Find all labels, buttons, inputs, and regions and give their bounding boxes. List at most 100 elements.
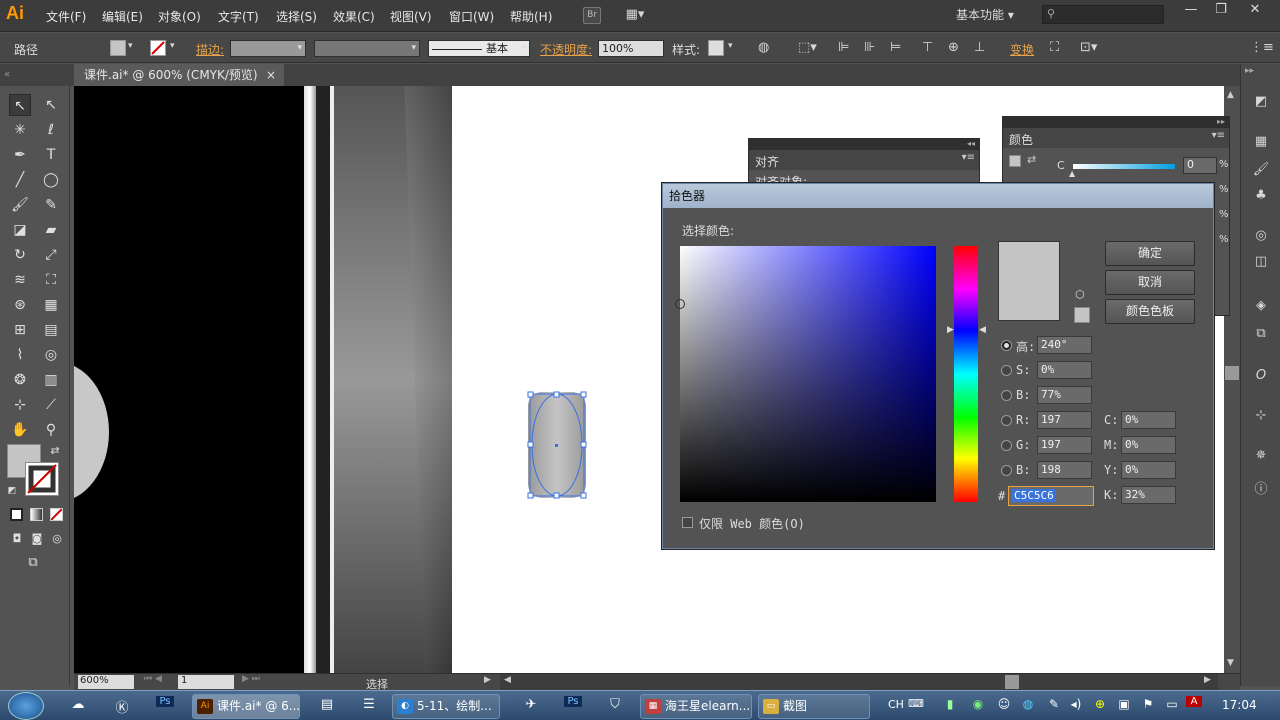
tray-network-icon[interactable]: ▣	[1116, 697, 1132, 711]
tray-browser-icon[interactable]: ◍	[1020, 697, 1036, 711]
bridge-button[interactable]: Br	[583, 7, 601, 24]
slice-tool-icon[interactable]: ⟋	[40, 394, 62, 416]
stroke-swatch[interactable]	[150, 40, 166, 56]
artboard-field[interactable]: 1	[178, 675, 234, 689]
default-colors-icon[interactable]: ◩	[1, 480, 23, 502]
align-vcenter-icon[interactable]: ⊕	[948, 40, 959, 55]
magic-wand-tool-icon[interactable]: ✳	[9, 119, 31, 141]
cyan-field[interactable]: 0%	[1121, 411, 1176, 429]
align-right-icon[interactable]: ⊨	[890, 40, 901, 55]
magenta-field[interactable]: 0%	[1121, 436, 1176, 454]
out-of-web-gamut-icon[interactable]: ⬡	[1075, 288, 1085, 301]
tray-battery-icon[interactable]: ▮	[942, 697, 958, 711]
zoom-tool-icon[interactable]: ⚲	[40, 419, 62, 441]
restore-button[interactable]: ❐	[1206, 0, 1236, 20]
ime-indicator[interactable]: CH	[888, 698, 904, 711]
green-field[interactable]: 197	[1037, 436, 1092, 454]
scale-tool-icon[interactable]: ⤢	[40, 244, 62, 266]
selection-tool-icon[interactable]: ↖	[9, 94, 31, 116]
quicklaunch-bird-icon[interactable]: ✈	[522, 697, 540, 712]
task-browser[interactable]: ◐ 5-11、绘制...	[392, 694, 500, 719]
quicklaunch-photoshop-icon[interactable]: Ps	[156, 696, 174, 707]
color-panel-fill-swatch[interactable]	[1009, 155, 1021, 167]
paintbrush-tool-icon[interactable]: 🖌	[9, 194, 31, 216]
pencil-tool-icon[interactable]: ✎	[40, 194, 62, 216]
free-transform-tool-icon[interactable]: ⛶	[40, 269, 62, 291]
column-graph-tool-icon[interactable]: ▥	[40, 369, 62, 391]
tray-tools-icon[interactable]: ✎	[1046, 697, 1062, 711]
web-safe-color-swatch[interactable]	[1074, 307, 1090, 323]
menu-edit[interactable]: 编辑(E)	[102, 8, 143, 25]
tray-plus-icon[interactable]: ⊕	[1092, 697, 1108, 711]
artboards-icon[interactable]: ⧉	[1251, 326, 1271, 341]
task-elearning[interactable]: ▦ 海王星elearn...	[640, 694, 752, 719]
hex-field[interactable]: C5C5C6	[1008, 486, 1094, 506]
quicklaunch-k-icon[interactable]: Ⓚ	[112, 697, 132, 716]
eyedropper-tool-icon[interactable]: ⌇	[9, 344, 31, 366]
task-illustrator[interactable]: Ai 课件.ai* @ 6...	[192, 694, 300, 719]
green-radio[interactable]	[1001, 440, 1012, 451]
menu-type[interactable]: 文字(T)	[218, 8, 259, 25]
hue-slider-right-arrow-icon[interactable]: ◀	[979, 325, 986, 335]
transform-panel-icon[interactable]: ⊹	[1251, 408, 1271, 423]
gradient-tool-icon[interactable]: ▤	[40, 319, 62, 341]
symbols-icon[interactable]: ♣	[1251, 188, 1271, 203]
zoom-field[interactable]: 600%	[78, 675, 134, 689]
quicklaunch-cloud-icon[interactable]: ☁	[68, 697, 88, 712]
artboard-tool-icon[interactable]: ⊹	[9, 394, 31, 416]
recolor-icon[interactable]: ◍	[758, 40, 769, 55]
stroke-color-box[interactable]	[25, 462, 59, 496]
dock-expand-icon[interactable]: ▸▸	[1245, 66, 1254, 76]
system-clock[interactable]: 17:04	[1222, 698, 1257, 712]
stroke-panel-icon[interactable]: ◎	[1251, 228, 1271, 243]
start-button-icon[interactable]	[8, 692, 44, 720]
variable-width-dropdown[interactable]	[314, 40, 420, 57]
scroll-down-icon[interactable]: ▼	[1227, 658, 1234, 668]
brightness-radio[interactable]	[1001, 390, 1012, 401]
transform-label[interactable]: 变换	[1010, 41, 1034, 58]
draw-normal-icon[interactable]: ◘	[6, 528, 28, 550]
saturation-radio[interactable]	[1001, 365, 1012, 376]
hue-radio[interactable]	[1001, 340, 1012, 351]
task-screenshots[interactable]: ▭ 截图	[758, 694, 870, 719]
selection-bounding-box[interactable]	[526, 390, 590, 502]
taskbar-photoshop-icon[interactable]: Ps	[564, 696, 582, 707]
close-button[interactable]: ✕	[1240, 0, 1270, 20]
close-tab-icon[interactable]: ×	[266, 64, 276, 86]
black-field[interactable]: 32%	[1121, 486, 1176, 504]
rotate-tool-icon[interactable]: ↻	[9, 244, 31, 266]
scroll-right-icon[interactable]: ▶	[1204, 675, 1211, 685]
gradient-mode-icon[interactable]	[30, 508, 43, 521]
menu-help[interactable]: 帮助(H)	[510, 8, 552, 25]
style-dropdown-icon[interactable]: ▾	[728, 41, 733, 51]
color-swatches-button[interactable]: 颜色色板	[1105, 299, 1195, 324]
menu-file[interactable]: 文件(F)	[46, 8, 86, 25]
eraser-tool-icon[interactable]: ▰	[40, 219, 62, 241]
draw-behind-icon[interactable]: ◙	[26, 528, 48, 550]
blue-field[interactable]: 198	[1037, 461, 1092, 479]
color-panel-swap-icon[interactable]: ⇄	[1027, 153, 1036, 166]
hue-slider[interactable]	[954, 246, 978, 502]
opentype-icon[interactable]: O	[1251, 368, 1271, 383]
color-field-cursor[interactable]	[675, 299, 685, 309]
web-only-checkbox[interactable]	[682, 517, 693, 528]
stroke-style-dropdown[interactable]: 基本	[428, 40, 530, 57]
cancel-button[interactable]: 取消	[1105, 270, 1195, 295]
color-panel-collapse-icon[interactable]: ▸▸	[1003, 117, 1229, 128]
menu-object[interactable]: 对象(O)	[158, 8, 201, 25]
saturation-field[interactable]: 0%	[1037, 361, 1092, 379]
menu-window[interactable]: 窗口(W)	[449, 8, 494, 25]
yellow-field[interactable]: 0%	[1121, 461, 1176, 479]
document-tab[interactable]: 课件.ai* @ 600% (CMYK/预览) ×	[74, 64, 284, 86]
tray-acrobat-icon[interactable]: A	[1186, 696, 1202, 707]
stroke-dropdown-icon[interactable]: ▾	[170, 41, 175, 51]
cyan-slider-thumb-icon[interactable]: ▲	[1069, 169, 1075, 178]
ok-button[interactable]: 确定	[1105, 241, 1195, 266]
align-left-icon[interactable]: ⊫	[838, 40, 849, 55]
align-bottom-icon[interactable]: ⊥	[974, 40, 985, 55]
align-to-icon[interactable]: ⬚▾	[798, 40, 817, 55]
opacity-label[interactable]: 不透明度:	[540, 41, 592, 58]
menu-select[interactable]: 选择(S)	[276, 8, 317, 25]
toolbox-collapse-icon[interactable]: «	[0, 64, 74, 86]
red-field[interactable]: 197	[1037, 411, 1092, 429]
